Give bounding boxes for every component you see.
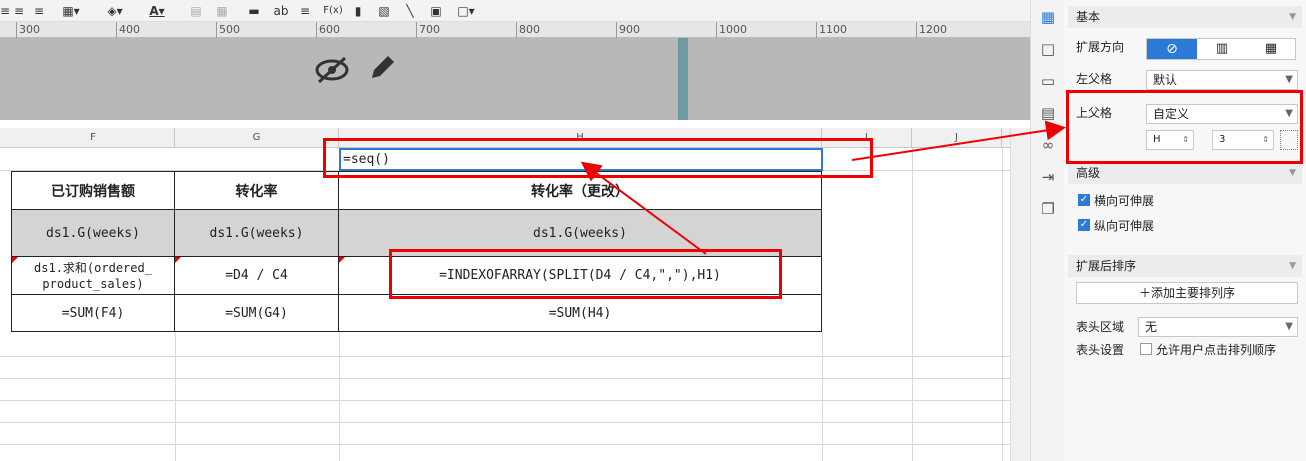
arrow-to-panel (851, 120, 1066, 161)
arrow-to-selected-cell (580, 161, 707, 255)
annotation-arrows (580, 120, 1066, 255)
